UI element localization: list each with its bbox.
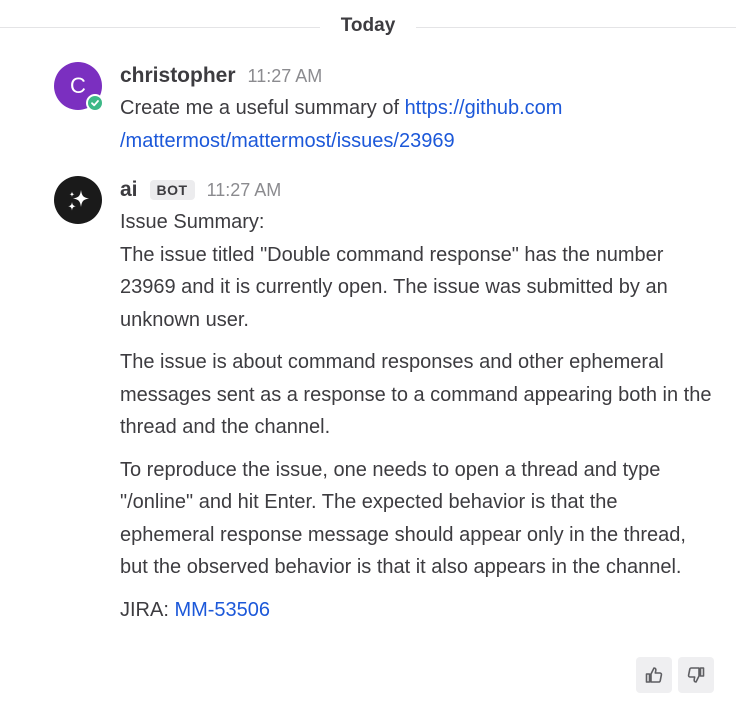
bot-avatar[interactable] (54, 176, 102, 224)
jira-link[interactable]: MM-53506 (174, 599, 270, 621)
username[interactable]: ai (120, 178, 138, 202)
summary-heading: Issue Summary: (120, 211, 265, 233)
post-bot: ai BOT 11:27 AM Issue Summary: The issue… (0, 176, 736, 666)
message-text: Create me a useful summary of (120, 97, 405, 119)
summary-paragraph-2: The issue is about command responses and… (120, 351, 712, 438)
bot-badge: BOT (149, 180, 195, 200)
thumbs-up-icon (645, 667, 663, 683)
post-time[interactable]: 11:27 AM (207, 180, 282, 201)
post-message: Issue Summary: The issue titled "Double … (120, 206, 715, 626)
date-separator: Today (0, 14, 736, 42)
username[interactable]: christopher (120, 64, 236, 88)
issue-link-part2: /mattermost/mattermost/issues/23969 (120, 129, 455, 152)
separator-line-left (0, 27, 320, 28)
thumbs-down-icon (687, 667, 705, 683)
post-time[interactable]: 11:27 AM (248, 66, 323, 87)
summary-paragraph-3: To reproduce the issue, one needs to ope… (120, 458, 686, 579)
post-header: christopher 11:27 AM (120, 62, 322, 90)
post-header: ai BOT 11:27 AM (120, 176, 281, 204)
check-circle-icon (86, 94, 104, 112)
summary-paragraph-1: The issue titled "Double command respons… (120, 243, 668, 331)
feedback-buttons (636, 657, 714, 693)
post-user: C christopher 11:27 AM Create me a usefu… (0, 62, 736, 162)
avatar[interactable]: C (54, 62, 104, 112)
separator-line-right (416, 27, 736, 28)
avatar-initial: C (70, 73, 86, 98)
post-message: Create me a useful summary of https://gi… (120, 92, 715, 157)
thumbs-down-button[interactable] (678, 657, 714, 693)
sparkle-icon (68, 190, 89, 211)
thumbs-up-button[interactable] (636, 657, 672, 693)
jira-label: JIRA: (120, 598, 175, 621)
date-separator-label: Today (340, 15, 396, 36)
issue-link-part1: https://github.com (404, 97, 563, 119)
